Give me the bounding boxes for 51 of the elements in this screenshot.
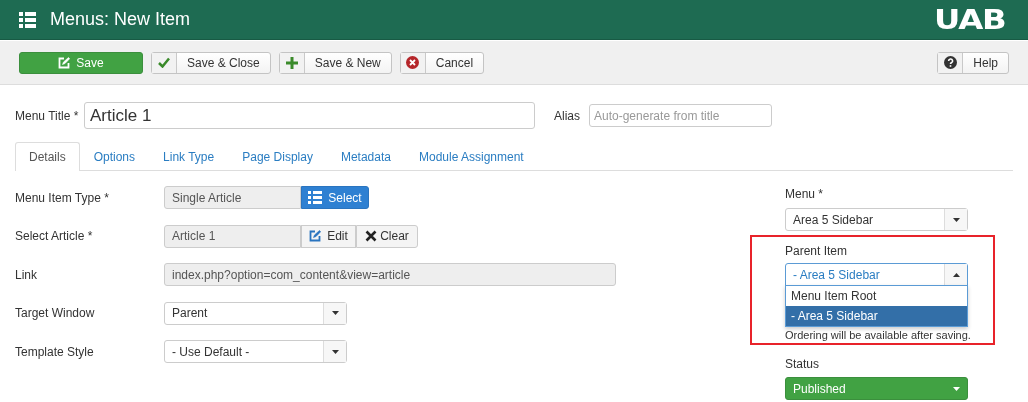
caret-down-icon <box>952 386 960 391</box>
field-label: Parent Item <box>785 244 849 258</box>
field-label: Status <box>785 357 821 371</box>
plus-icon <box>285 56 298 69</box>
caret-down-icon <box>952 217 960 222</box>
select-button[interactable]: Select <box>301 186 369 209</box>
check-icon <box>158 57 170 68</box>
value-field: Single Article <box>164 186 301 209</box>
select-field[interactable]: - Area 5 Sidebar <box>785 263 968 286</box>
caret-down-icon <box>331 349 339 354</box>
value-field: Article 1 <box>164 224 301 248</box>
field-label: Target Window <box>15 306 96 321</box>
clear-button[interactable]: Clear <box>356 224 418 248</box>
page-title: Menus: New Item <box>50 9 192 30</box>
ordering-note: Ordering will be available after saving. <box>785 329 972 341</box>
field-label: Link <box>15 267 38 282</box>
toolbar-button[interactable]: Cancel <box>399 51 485 74</box>
field-label: Menu Title * <box>15 108 80 123</box>
menu-title-field[interactable]: Article 1 <box>84 102 535 129</box>
edit-icon <box>58 56 71 69</box>
caret-up-icon <box>952 272 960 277</box>
caret-down-icon <box>331 311 339 316</box>
edit-icon <box>309 230 322 243</box>
help-icon <box>943 56 957 69</box>
link-field: index.php?option=com_content&view=article <box>164 263 616 287</box>
dropdown-option[interactable]: - Area 5 Sidebar <box>786 306 967 326</box>
select-field[interactable]: Area 5 Sidebar <box>785 208 968 231</box>
dropdown-option[interactable]: Menu Item Root <box>786 286 967 306</box>
field-label: Alias <box>554 108 581 123</box>
select-field[interactable]: Parent <box>164 301 347 325</box>
field-label: Select Article * <box>15 229 94 244</box>
tab[interactable]: Metadata <box>326 142 405 171</box>
alias-field[interactable]: Auto-generate from title <box>589 104 772 127</box>
toolbar-button[interactable]: Save & Close <box>151 51 271 74</box>
cancel-icon <box>406 56 420 69</box>
tab[interactable]: Link Type <box>149 142 229 171</box>
help-button[interactable]: Help <box>937 51 1009 74</box>
field-label: Menu * <box>785 187 825 201</box>
menu-list-icon <box>19 11 36 28</box>
close-icon <box>365 230 378 243</box>
list-icon <box>308 191 323 204</box>
tab[interactable]: Details <box>15 142 80 171</box>
field-label: Template Style <box>15 344 95 359</box>
tab[interactable]: Page Display <box>228 142 327 171</box>
tab[interactable]: Options <box>79 142 150 171</box>
tab[interactable]: Module Assignment <box>404 142 538 171</box>
select-field[interactable]: - Use Default - <box>164 340 347 364</box>
logo: UAB <box>934 6 1006 33</box>
edit-button[interactable]: Edit <box>301 224 356 248</box>
field-label: Menu Item Type * <box>15 190 110 205</box>
toolbar-button[interactable]: Save & New <box>278 51 392 74</box>
